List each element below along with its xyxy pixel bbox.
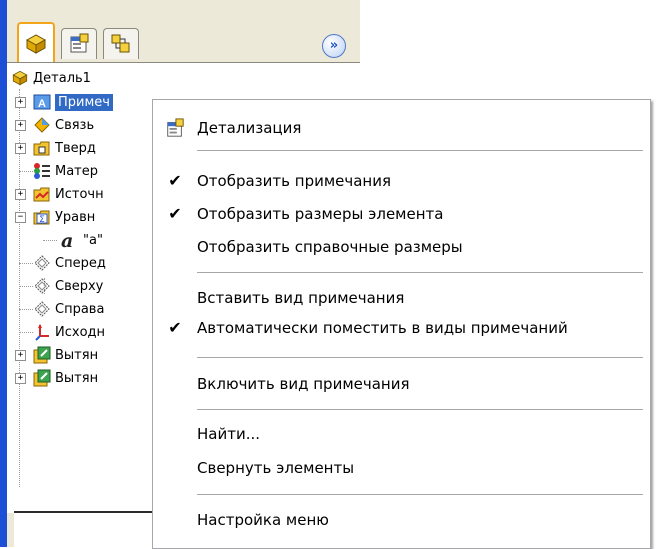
- menu-item-show-feature-dimensions[interactable]: ✔ Отобразить размеры элемента: [153, 198, 650, 230]
- lights-icon: [33, 187, 50, 202]
- detailing-icon: [167, 118, 184, 137]
- tree-item-label: "a": [83, 232, 103, 248]
- svg-text:A: A: [38, 98, 46, 110]
- tree-connector: [19, 263, 33, 264]
- menu-separator: [197, 150, 643, 151]
- menu-item-label: Найти...: [197, 425, 261, 443]
- tree-item-label: Сперед: [55, 255, 106, 271]
- menu-item-find[interactable]: Найти...: [153, 418, 650, 450]
- menu-item-collapse-items[interactable]: Свернуть элементы: [153, 452, 650, 484]
- tree-root-label: Деталь1: [33, 70, 91, 86]
- feature-manager-icon: [25, 34, 47, 54]
- svg-text:Σ: Σ: [39, 215, 45, 225]
- tree-item-front-plane[interactable]: Сперед: [15, 252, 106, 274]
- tree-connector: [43, 240, 57, 241]
- menu-item-label: Включить вид примечания: [197, 375, 410, 393]
- configuration-manager-icon: [111, 34, 130, 53]
- panel-tab-strip: »: [7, 0, 360, 64]
- equations-icon: Σ: [33, 210, 50, 225]
- plane-icon: [34, 278, 50, 294]
- tree-connector: [19, 332, 33, 333]
- menu-separator: [197, 409, 643, 410]
- tree-item-label: Исходн: [55, 324, 106, 340]
- tree-connector: [19, 171, 33, 172]
- tree-item-label: Сверху: [55, 278, 104, 294]
- tree-item-label: Связь: [55, 117, 95, 133]
- tree-item-label: Вытян: [55, 370, 99, 386]
- window-frame-edge: [0, 0, 7, 547]
- part-icon: [12, 70, 28, 86]
- expand-toggle[interactable]: +: [15, 373, 26, 384]
- tree-item-extrude-2[interactable]: + Вытян: [15, 367, 98, 389]
- tree-item-label: Источн: [55, 186, 104, 202]
- extrude-icon: [33, 346, 51, 364]
- checkmark-icon: ✔: [168, 171, 182, 190]
- solid-bodies-icon: [33, 141, 50, 156]
- menu-item-customize-menu[interactable]: Настройка меню: [153, 504, 650, 536]
- tab-property-manager[interactable]: [61, 28, 97, 59]
- tree-item-origin[interactable]: Исходн: [15, 321, 105, 343]
- tree-item-top-plane[interactable]: Сверху: [15, 275, 103, 297]
- menu-item-enable-annotation-view[interactable]: Включить вид примечания: [153, 368, 650, 400]
- menu-item-label: Отобразить размеры элемента: [197, 205, 444, 223]
- tree-item-label: Справа: [55, 301, 105, 317]
- checkmark-icon: ✔: [168, 318, 182, 337]
- expand-panel-button[interactable]: »: [322, 34, 346, 58]
- tree-item-material[interactable]: Матер: [15, 160, 98, 182]
- tree-connector: [19, 309, 33, 310]
- menu-item-label: Детализация: [197, 119, 302, 137]
- tree-item-annotations[interactable]: + A Примеч: [15, 91, 113, 113]
- tree-item-label: Тверд: [55, 140, 96, 156]
- equation-a-icon: a: [61, 231, 73, 249]
- expand-toggle[interactable]: +: [15, 189, 26, 200]
- menu-separator: [197, 494, 643, 495]
- tree-item-solid-bodies[interactable]: + Тверд: [15, 137, 96, 159]
- collapse-toggle[interactable]: −: [15, 212, 26, 223]
- checkmark-icon: ✔: [168, 204, 182, 223]
- origin-icon: [35, 324, 49, 341]
- menu-item-detailing[interactable]: Детализация: [153, 112, 650, 144]
- link-icon: [34, 117, 50, 133]
- tree-item-right-plane[interactable]: Справа: [15, 298, 104, 320]
- plane-icon: [34, 255, 50, 271]
- tree-item-equation-a[interactable]: a "a": [43, 229, 103, 251]
- expand-toggle[interactable]: +: [15, 97, 26, 108]
- annotations-icon: A: [33, 94, 51, 110]
- tree-item-extrude-1[interactable]: + Вытян: [15, 344, 98, 366]
- tree-item-equations[interactable]: − Σ Уравн: [15, 206, 95, 228]
- tree-item-label: Уравн: [55, 209, 96, 225]
- tree-item-link[interactable]: + Связь: [15, 114, 94, 136]
- svg-text:a: a: [61, 231, 73, 249]
- tree-item-label: Матер: [55, 163, 99, 179]
- menu-item-show-reference-dimensions[interactable]: Отобразить справочные размеры: [153, 231, 650, 263]
- expand-toggle[interactable]: +: [15, 350, 26, 361]
- menu-item-label: Автоматически поместить в виды примечани…: [197, 319, 568, 337]
- tab-configuration-manager[interactable]: [103, 28, 139, 59]
- tree-item-label: Вытян: [55, 347, 99, 363]
- menu-item-label: Отобразить примечания: [197, 172, 392, 190]
- expand-toggle[interactable]: +: [15, 143, 26, 154]
- tab-feature-manager[interactable]: [17, 22, 55, 64]
- tree-item-label: Примеч: [55, 93, 113, 111]
- menu-separator: [197, 357, 643, 358]
- menu-item-auto-place-annotation-views[interactable]: ✔ Автоматически поместить в виды примеча…: [153, 312, 650, 344]
- menu-separator: [197, 272, 643, 273]
- context-menu: Детализация ✔ Отобразить примечания ✔ От…: [152, 99, 651, 549]
- expand-toggle[interactable]: +: [15, 120, 26, 131]
- menu-item-label: Вставить вид примечания: [197, 289, 405, 307]
- tree-root[interactable]: Деталь1: [11, 67, 91, 89]
- plane-icon: [34, 301, 50, 317]
- menu-item-insert-annotation-view[interactable]: Вставить вид примечания: [153, 282, 650, 314]
- menu-item-label: Настройка меню: [197, 511, 329, 529]
- menu-item-label: Отобразить справочные размеры: [197, 238, 463, 256]
- material-icon: [34, 163, 50, 179]
- menu-item-label: Свернуть элементы: [197, 459, 355, 477]
- menu-item-show-annotations[interactable]: ✔ Отобразить примечания: [153, 165, 650, 197]
- tree-item-lights[interactable]: + Источн: [15, 183, 104, 205]
- tree-connector: [19, 286, 33, 287]
- property-manager-icon: [70, 33, 89, 53]
- extrude-icon: [33, 369, 51, 387]
